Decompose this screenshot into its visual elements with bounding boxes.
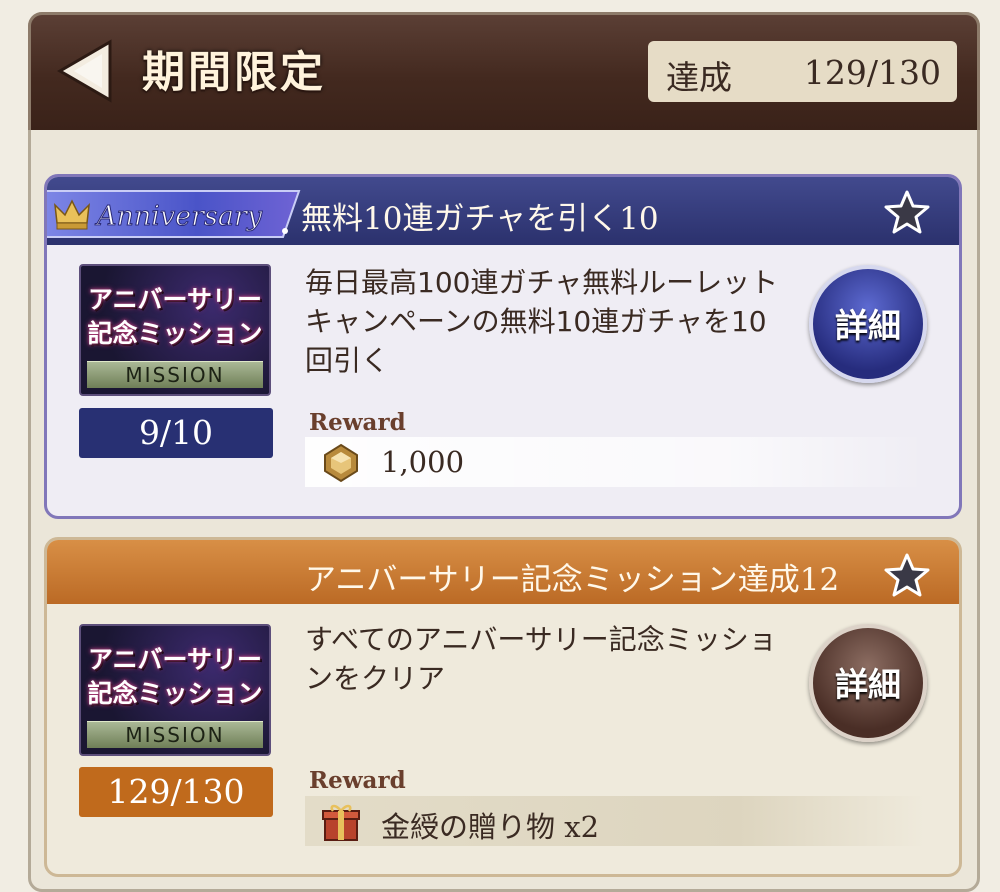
mission-progress: 9/10 bbox=[79, 408, 273, 458]
star-icon[interactable] bbox=[883, 552, 931, 598]
thumbnail-line2: 記念ミッション bbox=[87, 319, 263, 348]
reward-quantity: x2 bbox=[564, 810, 600, 844]
achievement-counter: 達成 129/130 bbox=[648, 41, 957, 102]
thumbnail-line2: 記念ミッション bbox=[87, 679, 263, 708]
reward-text: 金綬の贈り物 x2 bbox=[381, 804, 599, 846]
badge-text: Anniversary bbox=[94, 201, 263, 232]
mission-title: アニバーサリー記念ミッション達成12 bbox=[305, 562, 840, 598]
thumbnail-band: MISSION bbox=[87, 721, 263, 748]
gift-box-icon bbox=[322, 804, 360, 841]
reward-row: 1,000 bbox=[305, 437, 925, 487]
anniversary-badge: Anniversary bbox=[47, 190, 301, 238]
reward-label: Reward bbox=[309, 409, 406, 436]
mission-description: すべてのアニバーサリー記念ミッションをクリア bbox=[305, 623, 777, 695]
achievement-value: 129/130 bbox=[803, 53, 941, 92]
reward-row: 金綬の贈り物 x2 bbox=[305, 796, 925, 846]
mission-description: 毎日最高100連ガチャ無料ルーレットキャンペーンの無料10連ガチャを10回引く bbox=[305, 266, 779, 377]
mission-thumbnail: アニバーサリー 記念ミッション MISSION bbox=[79, 624, 271, 756]
crystal-coin-icon bbox=[324, 443, 358, 483]
thumbnail-band: MISSION bbox=[87, 361, 263, 388]
mission-card: Anniversary 無料10連ガチャを引く10 アニバーサリー 記念ミッショ… bbox=[44, 174, 962, 519]
reward-amount: 1,000 bbox=[381, 445, 465, 479]
mission-title: 無料10連ガチャを引く10 bbox=[301, 201, 659, 237]
star-icon[interactable] bbox=[883, 189, 931, 235]
back-arrow-icon[interactable] bbox=[54, 38, 120, 104]
mission-progress: 129/130 bbox=[79, 767, 273, 817]
mission-thumbnail: アニバーサリー 記念ミッション MISSION bbox=[79, 264, 271, 396]
detail-button[interactable]: 詳細 bbox=[809, 265, 927, 383]
detail-button[interactable]: 詳細 bbox=[809, 624, 927, 742]
thumbnail-line1: アニバーサリー bbox=[87, 285, 262, 314]
reward-label: Reward bbox=[309, 767, 406, 794]
mission-card: アニバーサリー記念ミッション達成12 アニバーサリー 記念ミッション MISSI… bbox=[44, 537, 962, 877]
thumbnail-line1: アニバーサリー bbox=[87, 645, 262, 674]
reward-name: 金綬の贈り物 bbox=[381, 810, 556, 844]
page-title: 期間限定 bbox=[142, 48, 326, 98]
achievement-label: 達成 bbox=[666, 58, 732, 97]
